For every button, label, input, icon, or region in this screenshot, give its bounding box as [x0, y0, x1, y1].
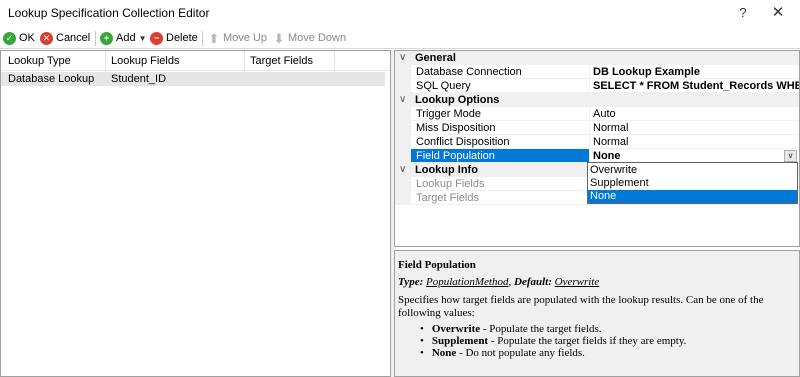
- grid-gutter: [395, 149, 411, 163]
- property-name: Database Connection: [411, 65, 590, 79]
- property-trigger-mode[interactable]: Trigger Mode Auto: [395, 107, 799, 121]
- help-values-list: Overwrite - Populate the target fields. …: [398, 323, 799, 359]
- ok-label: OK: [19, 32, 35, 44]
- dropdown-option-overwrite[interactable]: Overwrite: [588, 164, 797, 177]
- property-name: Miss Disposition: [411, 121, 590, 135]
- dropdown-arrow-icon[interactable]: ∨: [784, 150, 797, 162]
- dropdown-option-none[interactable]: None: [588, 190, 797, 203]
- cell-lookup-fields: Student_ID: [111, 73, 167, 85]
- grid-gutter: [395, 121, 411, 135]
- delete-icon: −: [150, 31, 163, 45]
- property-value[interactable]: DB Lookup Example: [591, 65, 799, 79]
- column-header-lookup-fields[interactable]: Lookup Fields: [111, 55, 180, 67]
- move-up-label: Move Up: [223, 32, 268, 44]
- default-link[interactable]: Overwrite: [555, 276, 600, 288]
- property-database-connection[interactable]: Database Connection DB Lookup Example: [395, 65, 799, 79]
- column-divider[interactable]: [334, 51, 335, 71]
- delete-label: Delete: [166, 32, 198, 44]
- cancel-button[interactable]: ✕ Cancel: [40, 29, 90, 47]
- property-field-population[interactable]: Field Population None ∨: [395, 149, 799, 163]
- column-header-target-fields[interactable]: Target Fields: [250, 55, 313, 67]
- add-button[interactable]: + Add ▼: [100, 29, 147, 47]
- property-sql-query[interactable]: SQL Query SELECT * FROM Student_Records …: [395, 79, 799, 93]
- dropdown-option-supplement[interactable]: Supplement: [588, 177, 797, 190]
- cancel-label: Cancel: [56, 32, 91, 44]
- property-name: Field Population: [411, 149, 590, 163]
- move-down-label: Move Down: [288, 32, 347, 44]
- list-item: Overwrite - Populate the target fields.: [420, 323, 799, 335]
- property-value[interactable]: Auto: [591, 107, 799, 121]
- column-header-lookup-type[interactable]: Lookup Type: [8, 55, 71, 67]
- type-link[interactable]: PopulationMethod: [426, 276, 509, 288]
- move-up-button[interactable]: ⬆ Move Up: [208, 29, 267, 47]
- close-button[interactable]: ✕: [766, 3, 790, 23]
- list-item: Supplement - Populate the target fields …: [420, 335, 799, 347]
- category-label: Lookup Options: [415, 94, 500, 106]
- property-name: Target Fields: [411, 191, 590, 205]
- help-description: Specifies how target fields are populate…: [398, 294, 764, 319]
- column-divider[interactable]: [244, 51, 245, 71]
- property-name: Lookup Fields: [411, 177, 590, 191]
- help-panel: Field Population Type: PopulationMethod,…: [394, 250, 800, 377]
- arrow-up-icon: ⬆: [208, 30, 220, 46]
- grid-gutter: [395, 65, 411, 79]
- property-name: Trigger Mode: [411, 107, 590, 121]
- collapse-icon[interactable]: ∨: [399, 93, 406, 107]
- collapse-icon[interactable]: ∨: [399, 51, 406, 65]
- toolbar-separator: [202, 31, 203, 46]
- help-type-line: Type: PopulationMethod, Default: Overwri…: [398, 276, 600, 288]
- value-text: - Populate the target fields if they are…: [488, 335, 687, 347]
- property-value[interactable]: None: [591, 149, 799, 163]
- property-miss-disposition[interactable]: Miss Disposition Normal: [395, 121, 799, 135]
- list-item[interactable]: Database Lookup Student_ID: [1, 72, 385, 86]
- property-value[interactable]: Normal: [591, 121, 799, 135]
- add-icon: +: [100, 31, 113, 45]
- window-title: Lookup Specification Collection Editor: [8, 6, 210, 20]
- field-population-dropdown[interactable]: Overwrite Supplement None: [587, 162, 798, 204]
- delete-button[interactable]: − Delete: [150, 29, 198, 47]
- ok-button[interactable]: ✓ OK: [3, 29, 35, 47]
- grid-gutter: [395, 177, 411, 191]
- property-value[interactable]: SELECT * FROM Student_Records WHER: [591, 79, 799, 93]
- value-text: - Do not populate any fields.: [456, 347, 585, 359]
- cell-lookup-type: Database Lookup: [8, 73, 95, 85]
- arrow-down-icon: ⬇: [273, 30, 285, 46]
- help-title: Field Population: [398, 259, 476, 271]
- grid-gutter: [395, 107, 411, 121]
- toolbar-separator: [95, 31, 96, 46]
- value-term: Supplement: [431, 335, 489, 347]
- value-term: None: [431, 347, 457, 359]
- grid-gutter: [395, 191, 411, 205]
- column-divider[interactable]: [105, 51, 106, 71]
- move-down-button[interactable]: ⬇ Move Down: [273, 29, 347, 47]
- value-text: - Populate the target fields.: [480, 323, 602, 335]
- cancel-icon: ✕: [40, 31, 53, 45]
- default-prefix: Default:: [514, 276, 552, 288]
- collapse-icon[interactable]: ∨: [399, 163, 406, 177]
- lookup-list[interactable]: Lookup Type Lookup Fields Target Fields …: [0, 50, 391, 377]
- value-term: Overwrite: [431, 323, 481, 335]
- chevron-down-icon[interactable]: ▼: [139, 34, 147, 43]
- category-general[interactable]: ∨ General: [395, 51, 799, 65]
- property-name: SQL Query: [411, 79, 590, 93]
- type-prefix: Type:: [398, 276, 424, 288]
- grid-gutter: [395, 135, 411, 149]
- category-label: General: [415, 52, 456, 64]
- property-grid[interactable]: ∨ General Database Connection DB Lookup …: [394, 50, 800, 247]
- check-icon: ✓: [3, 31, 16, 45]
- property-conflict-disposition[interactable]: Conflict Disposition Normal: [395, 135, 799, 149]
- grid-gutter: [395, 79, 411, 93]
- property-value[interactable]: Normal: [591, 135, 799, 149]
- list-item: None - Do not populate any fields.: [420, 347, 799, 359]
- category-lookup-options[interactable]: ∨ Lookup Options: [395, 93, 799, 107]
- category-label: Lookup Info: [415, 164, 478, 176]
- add-label: Add: [116, 32, 136, 44]
- title-bar: Lookup Specification Collection Editor ?…: [0, 0, 800, 27]
- property-name: Conflict Disposition: [411, 135, 590, 149]
- help-button[interactable]: ?: [731, 3, 755, 23]
- toolbar: ✓ OK ✕ Cancel + Add ▼ − Delete ⬆ Move Up…: [0, 27, 800, 49]
- list-header: Lookup Type Lookup Fields Target Fields: [1, 51, 390, 71]
